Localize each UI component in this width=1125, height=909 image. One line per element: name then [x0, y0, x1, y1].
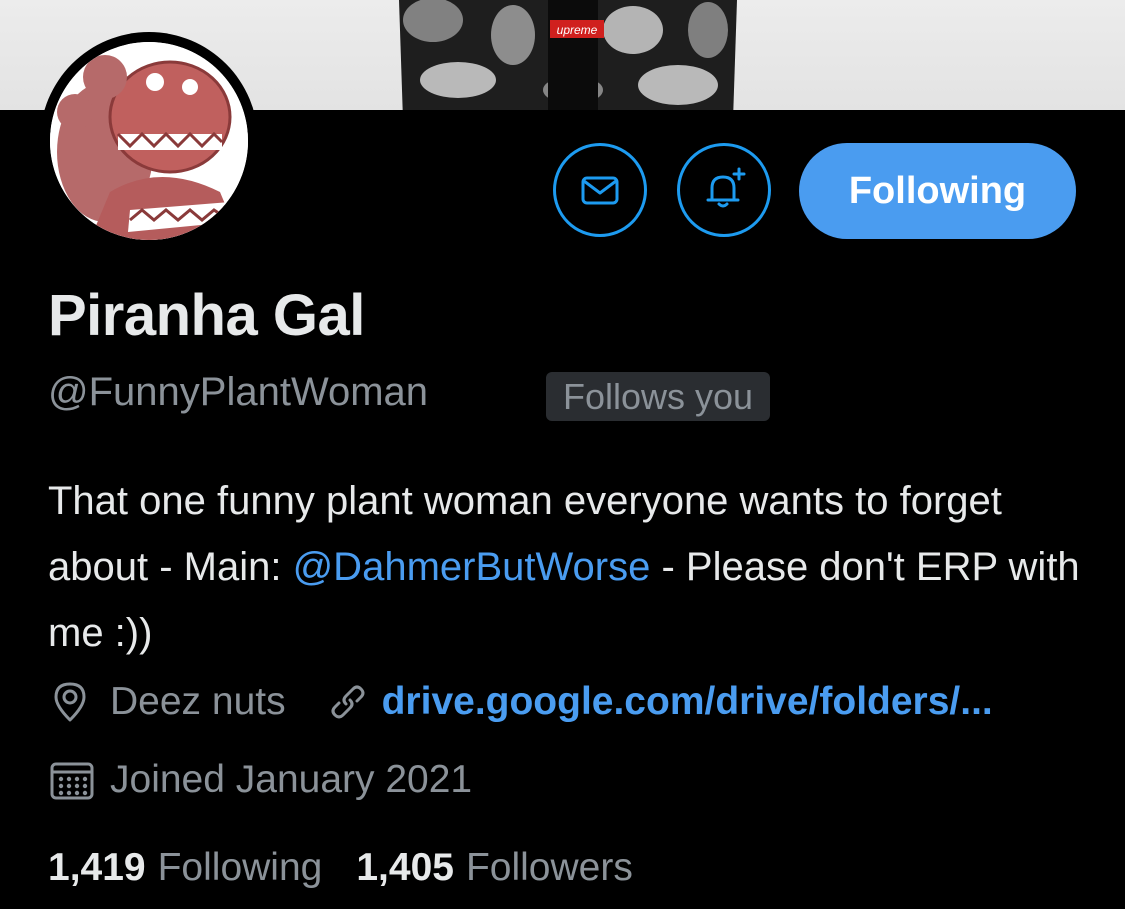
- following-stat[interactable]: 1,419 Following: [48, 846, 322, 890]
- following-label: Following: [157, 846, 323, 889]
- location-pin-icon: [48, 680, 92, 724]
- bell-plus-icon: [706, 167, 746, 208]
- following-count: 1,419: [48, 846, 146, 889]
- followers-count: 1,405: [356, 846, 454, 889]
- user-handle: @FunnyPlantWoman: [48, 370, 429, 414]
- notifications-button[interactable]: [677, 143, 771, 237]
- followers-stat[interactable]: 1,405 Followers: [356, 846, 632, 890]
- location-text: Deez nuts: [110, 680, 286, 723]
- followers-label: Followers: [465, 846, 633, 889]
- piranha-gal-avatar-icon: [50, 42, 248, 240]
- mail-icon: [581, 176, 619, 205]
- message-button[interactable]: [553, 143, 647, 237]
- banner-brand-text: upreme: [557, 23, 598, 37]
- display-name: Piranha Gal: [48, 283, 365, 348]
- bio-mention-link[interactable]: @DahmerButWorse: [293, 545, 651, 589]
- profile-page: upreme Following Piranha Gal @FunnyPlant…: [0, 0, 1125, 909]
- profile-website-link[interactable]: drive.google.com/drive/folders/...: [382, 680, 993, 724]
- joined-date-text: Joined January 2021: [110, 758, 473, 801]
- follows-you-badge: Follows you: [546, 372, 771, 421]
- banner-image: upreme: [399, 0, 737, 110]
- link-icon: [326, 680, 370, 724]
- profile-meta-location-row: Deez nuts drive.google.com/drive/folders…: [48, 680, 993, 724]
- avatar[interactable]: [40, 32, 258, 250]
- profile-meta-joined-row: Joined January 2021: [48, 758, 472, 802]
- calendar-icon: [48, 758, 96, 802]
- profile-stats: 1,419 Following 1,405 Followers: [48, 846, 633, 890]
- profile-bio: That one funny plant woman everyone want…: [48, 468, 1088, 666]
- following-button[interactable]: Following: [799, 143, 1076, 239]
